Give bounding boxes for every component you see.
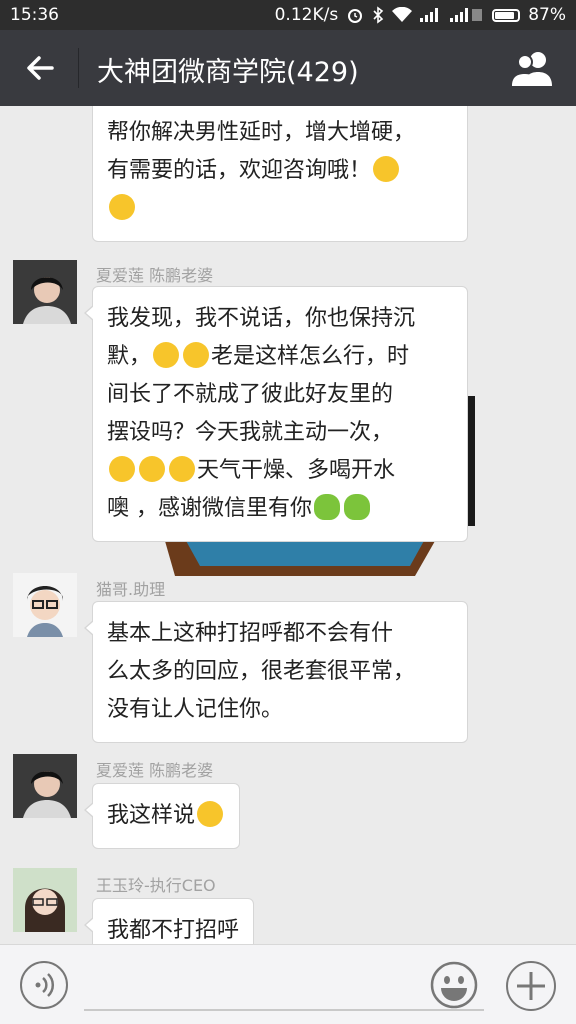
message-text: 我发现，我不说话，你也保持沉 <box>107 306 416 331</box>
sender-name: 夏爱莲 陈鹏老婆 <box>96 266 214 285</box>
message-text: 噢 ，感谢微信里有你 <box>107 496 312 521</box>
message-bubble[interactable]: 基本上这种打招呼都不会有什 么太多的回应，很老套很平常， 没有让人记住你。 <box>84 601 468 743</box>
voice-icon <box>35 973 55 997</box>
bluetooth-icon <box>373 6 384 24</box>
emoji-icon[interactable] <box>430 961 478 1009</box>
group-icon[interactable] <box>510 48 556 88</box>
avatar[interactable] <box>13 868 77 932</box>
sender-name: 夏爱莲 陈鹏老婆 <box>96 761 214 780</box>
frog-emoji <box>314 494 340 520</box>
message-bubble[interactable]: 我发现，我不说话，你也保持沉 默， 老是这样怎么行，时 间长了不就成了彼此好友里的… <box>84 286 468 542</box>
message-text: 有需要的话，欢迎咨询哦！ <box>107 158 372 183</box>
message-text: 间长了不就成了彼此好友里的 <box>107 382 394 407</box>
wifi-icon <box>392 7 413 22</box>
header-divider <box>78 48 79 88</box>
message-text: 老是这样怎么行，时 <box>211 344 410 369</box>
signal-icon <box>420 8 439 22</box>
smirk-emoji <box>197 801 224 827</box>
message-line: 我这样说 <box>107 797 225 835</box>
grin-emoji <box>169 456 195 482</box>
alarm-icon <box>348 9 363 23</box>
message-line: 有需要的话，欢迎咨询哦！ <box>107 152 453 190</box>
grin-emoji <box>139 456 165 482</box>
smile-emoji <box>109 194 135 220</box>
message-bubble[interactable]: 我这样说 <box>83 783 241 849</box>
battery-percent: 87% <box>528 5 566 25</box>
message-input[interactable] <box>84 1009 484 1011</box>
chat-header: 大神团微商学院(429) <box>0 30 576 106</box>
message-text: 我这样说 <box>107 803 196 828</box>
plus-icon <box>517 972 545 1000</box>
message-text: 摆设吗？今天我就主动一次， <box>107 420 394 445</box>
status-right: 0.12K/s 87% <box>275 5 566 25</box>
message-line: 天气干燥、多喝开水 <box>107 452 453 490</box>
sender-name: 猫哥.助理 <box>96 580 166 599</box>
message-bubble[interactable]: 帮你解决男性延时，增大增硬， 有需要的话，欢迎咨询哦！ <box>92 106 468 242</box>
battery-icon <box>492 8 521 22</box>
message-text: 天气干燥、多喝开水 <box>197 458 396 483</box>
smile-emoji <box>373 156 400 182</box>
smirk-emoji <box>183 342 210 368</box>
voice-button[interactable] <box>20 961 68 1009</box>
status-bar: 15:36 0.12K/s 87% <box>0 0 576 30</box>
chat-area[interactable]: 帮你解决男性延时，增大增硬， 有需要的话，欢迎咨询哦！ 夏爱莲 陈鹏老婆 我发现… <box>0 106 576 944</box>
network-speed: 0.12K/s <box>274 5 339 25</box>
message-text: 没有让人记住你。 <box>107 697 284 722</box>
message-line: 默， 老是这样怎么行，时 <box>107 338 453 376</box>
avatar[interactable] <box>13 573 77 637</box>
message-line <box>107 190 453 228</box>
sender-name: 王玉玲-执行CEO <box>96 876 216 895</box>
signal-4g-icon <box>450 8 483 22</box>
frog-emoji <box>344 494 370 520</box>
message-bubble[interactable]: 我都不打招呼 <box>83 898 255 944</box>
arrow-left-icon[interactable] <box>22 50 58 86</box>
smirk-emoji <box>153 342 180 368</box>
avatar[interactable] <box>13 260 77 324</box>
message-text: 基本上这种打招呼都不会有什 <box>107 621 394 646</box>
input-bar <box>0 944 576 1024</box>
avatar[interactable] <box>13 754 77 818</box>
message-text: 我都不打招呼 <box>107 918 240 943</box>
status-time: 15:36 <box>10 5 59 25</box>
message-line: 噢 ，感谢微信里有你 <box>107 490 453 528</box>
message-text: 么太多的回应，很老套很平常， <box>107 659 416 684</box>
message-text: 帮你解决男性延时，增大增硬， <box>107 120 416 145</box>
grin-emoji <box>109 456 135 482</box>
message-text: 默， <box>107 344 152 369</box>
plus-button[interactable] <box>506 961 556 1011</box>
page-title: 大神团微商学院(429) <box>97 57 359 88</box>
